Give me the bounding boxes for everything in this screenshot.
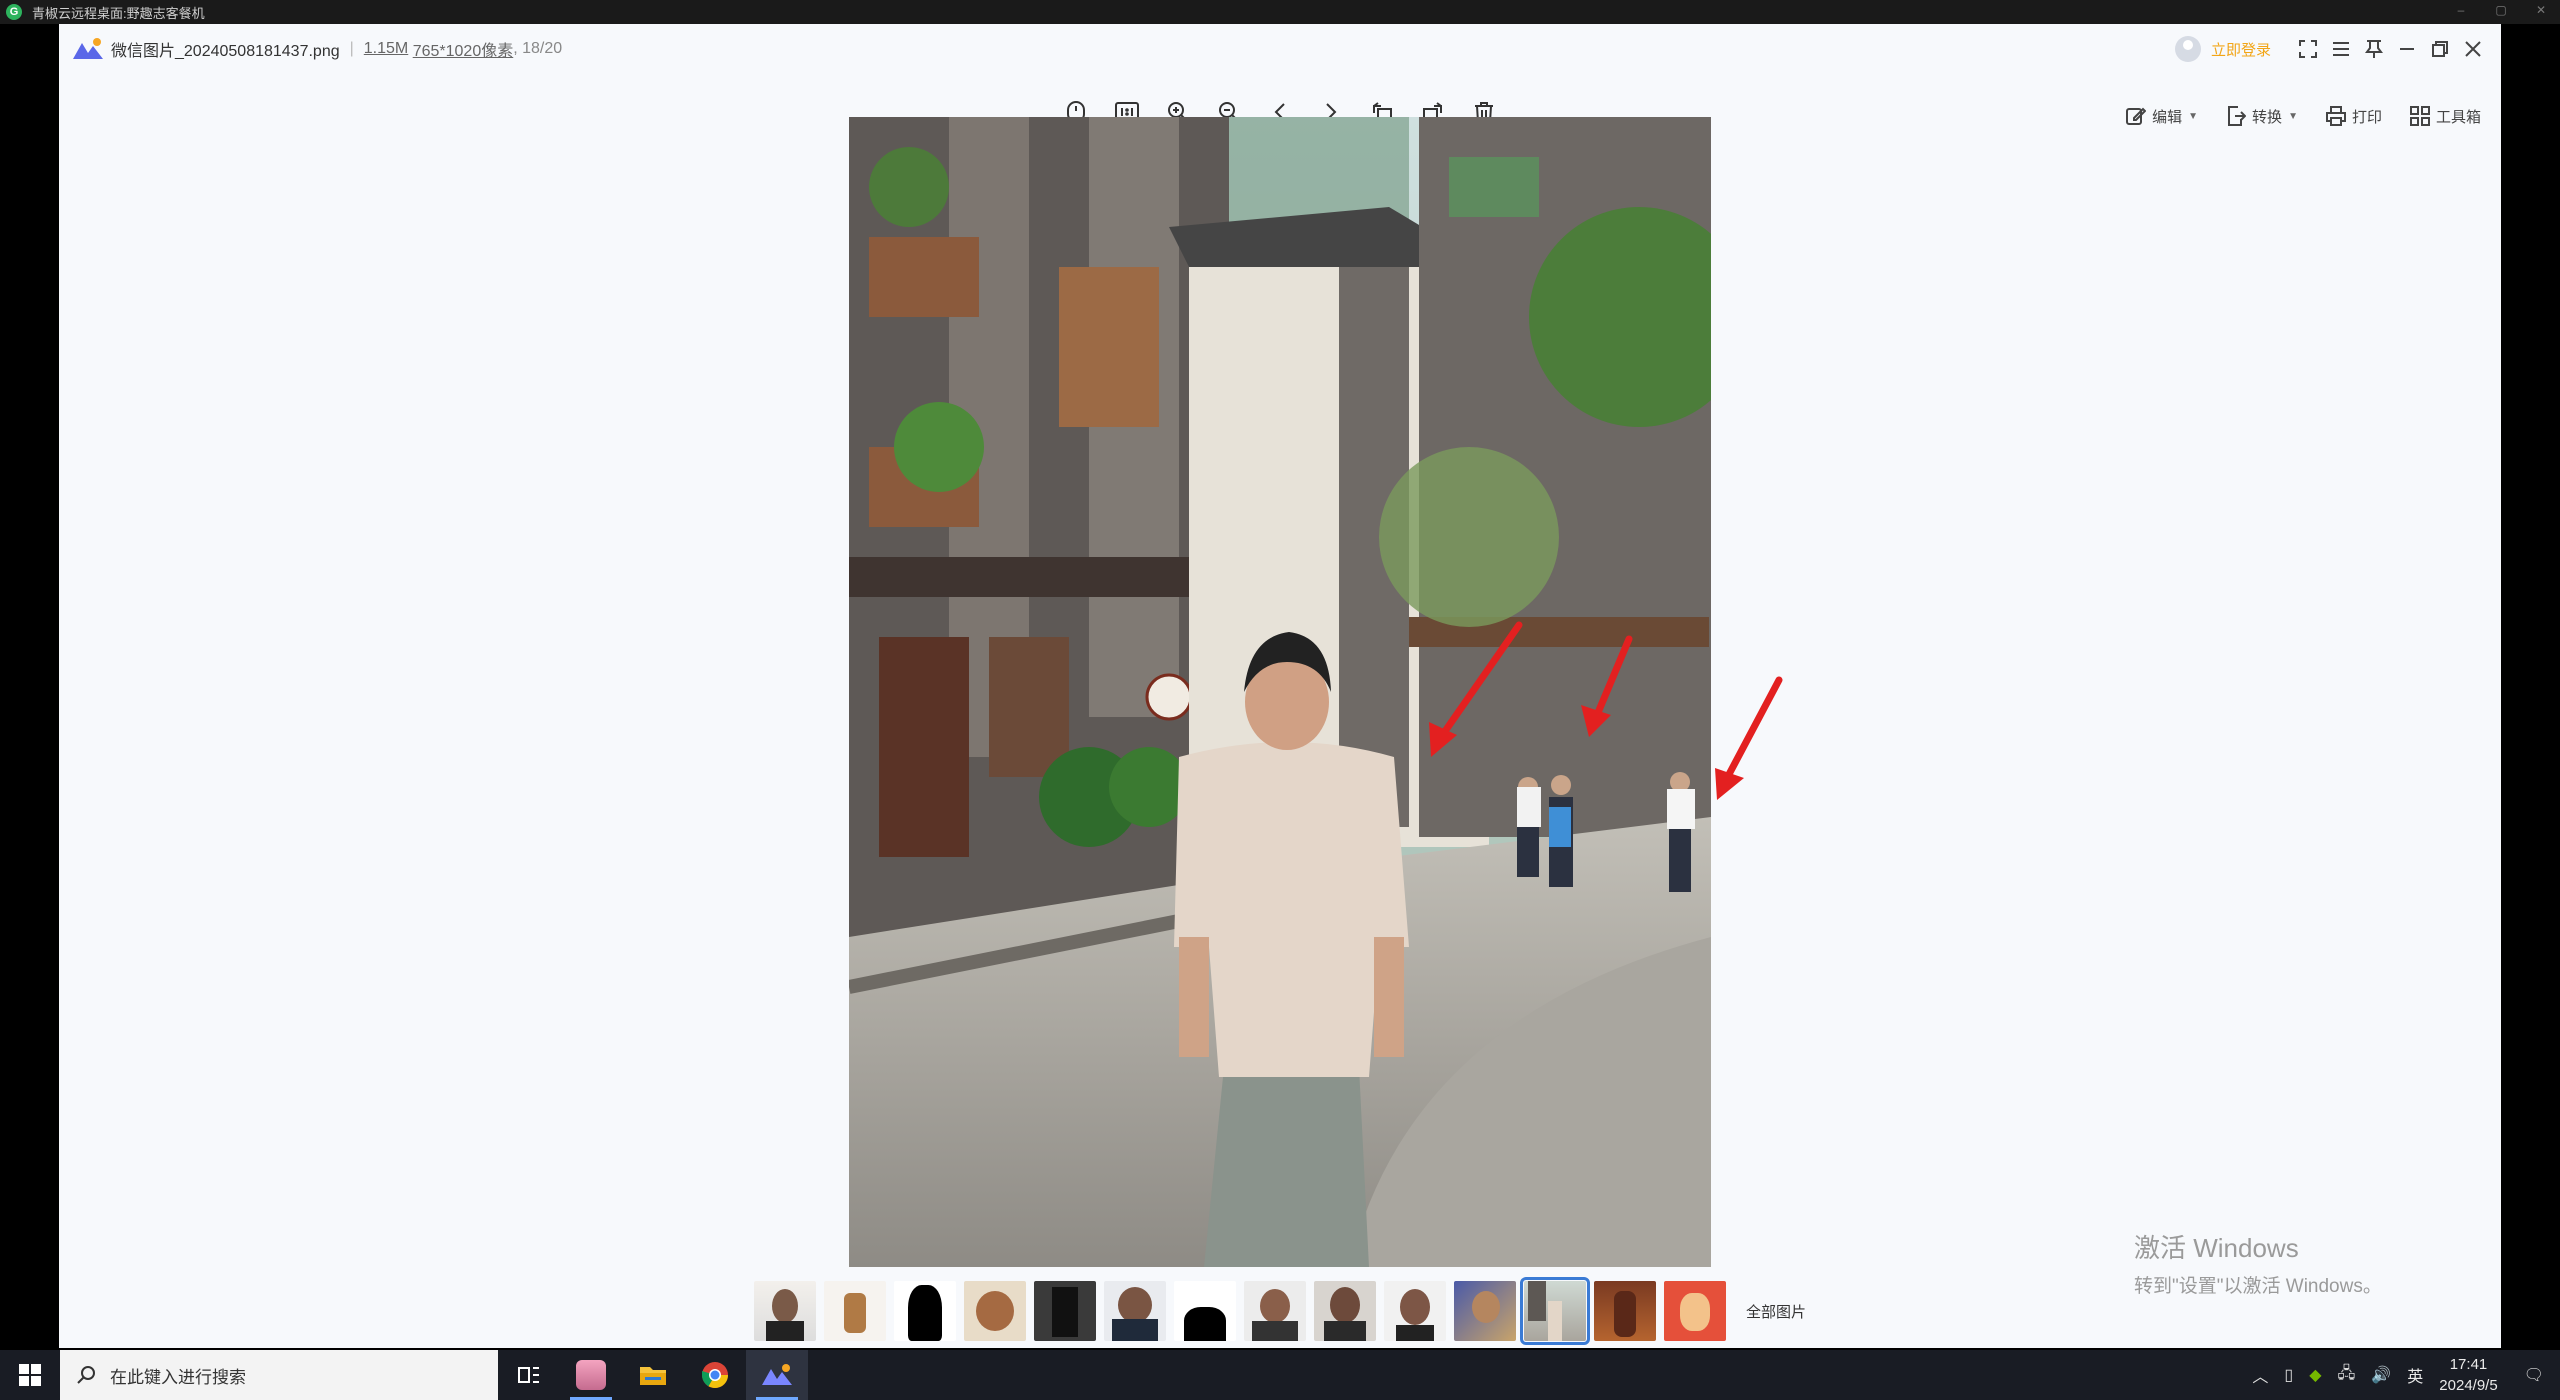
- convert-icon: [2228, 106, 2247, 126]
- right-toolbar: 编辑 ▼ 转换 ▼ 打印 工具箱: [2126, 96, 2481, 136]
- windows-taskbar: 在此键入进行搜索 ︿ ▯ ◆ 🖧 🔊 英 17:41 2024/9/5 🗨: [0, 1350, 2560, 1400]
- thumbnail[interactable]: [963, 1281, 1026, 1341]
- pin-icon[interactable]: [2357, 33, 2390, 66]
- chevron-down-icon: ▼: [2288, 110, 2298, 122]
- convert-button[interactable]: 转换 ▼: [2226, 106, 2298, 127]
- thumbnail[interactable]: [1593, 1281, 1656, 1341]
- toolbox-button[interactable]: 工具箱: [2409, 106, 2481, 127]
- task-view-button[interactable]: [498, 1350, 560, 1400]
- thumbnail[interactable]: [1313, 1281, 1376, 1341]
- thumbnail[interactable]: [1383, 1281, 1446, 1341]
- start-button[interactable]: [0, 1350, 60, 1400]
- clock[interactable]: 17:41 2024/9/5: [2439, 1354, 2497, 1396]
- network-icon[interactable]: 🖧: [2338, 1362, 2356, 1389]
- thumbnail[interactable]: [1453, 1281, 1516, 1341]
- taskbar-image-viewer[interactable]: [746, 1350, 808, 1400]
- convert-label: 转换: [2252, 108, 2283, 126]
- windows-activation-watermark: 激活 Windows 转到"设置"以激活 Windows。: [2134, 1228, 2382, 1298]
- viewer-title-bar: 微信图片_20240508181437.png | 1.15M 765*1020…: [59, 24, 2501, 74]
- toolbox-label: 工具箱: [2435, 108, 2481, 126]
- chevron-down-icon: ▼: [2188, 110, 2199, 122]
- app-logo-icon: [73, 38, 103, 59]
- login-link[interactable]: 立即登录: [2211, 39, 2271, 60]
- avatar[interactable]: [2174, 36, 2201, 62]
- remote-title: 青椒云远程桌面:野趣志客餐机: [32, 5, 205, 21]
- title-right-controls: 立即登录: [2174, 24, 2489, 74]
- chrome-icon: [701, 1362, 729, 1389]
- volume-icon[interactable]: 🔊: [2371, 1365, 2391, 1385]
- windows-logo-icon: [19, 1364, 41, 1386]
- thumbnail[interactable]: [753, 1281, 816, 1341]
- edit-icon: [2126, 107, 2147, 125]
- annotation-arrow-icon: [1715, 676, 1783, 800]
- image-viewer-app-icon: [762, 1364, 792, 1385]
- task-view-icon: [518, 1367, 539, 1383]
- search-icon: [77, 1366, 95, 1384]
- menu-icon[interactable]: [2324, 33, 2357, 66]
- print-icon: [2325, 106, 2346, 126]
- taskbar-chrome[interactable]: [684, 1350, 746, 1400]
- thumbnail[interactable]: [1173, 1281, 1236, 1341]
- image-index: 18/20: [522, 40, 563, 57]
- file-size[interactable]: 1.15M: [364, 40, 408, 58]
- remote-close-button[interactable]: ✕: [2532, 3, 2550, 17]
- folder-icon: [640, 1367, 666, 1385]
- thumbnail[interactable]: [1033, 1281, 1096, 1341]
- notification-icon[interactable]: 🗨: [2524, 1365, 2544, 1385]
- activation-subtitle: 转到"设置"以激活 Windows。: [2134, 1276, 2382, 1297]
- toolbox-icon: [2409, 106, 2430, 126]
- nvidia-icon[interactable]: ◆: [2309, 1365, 2321, 1385]
- taskbar-file-explorer[interactable]: [622, 1350, 684, 1400]
- search-placeholder: 在此键入进行搜索: [110, 1367, 246, 1387]
- remote-desktop-bar: G 青椒云远程桌面:野趣志客餐机 – ▢ ✕: [0, 0, 2560, 24]
- remote-window-controls: – ▢ ✕: [2452, 3, 2550, 17]
- fullscreen-icon[interactable]: [2291, 33, 2324, 66]
- print-label: 打印: [2351, 108, 2382, 126]
- all-pictures-button[interactable]: 全部图片: [1746, 1301, 1806, 1322]
- remote-logo-icon: G: [6, 4, 22, 20]
- clock-date: 2024/9/5: [2439, 1377, 2498, 1394]
- taskbar-app-anime[interactable]: [560, 1350, 622, 1400]
- minimize-icon[interactable]: [2390, 33, 2423, 66]
- edit-label: 编辑: [2152, 108, 2183, 126]
- thumbnail[interactable]: [823, 1281, 886, 1341]
- restore-icon[interactable]: [2423, 33, 2456, 66]
- file-name: 微信图片_20240508181437.png: [111, 43, 340, 60]
- input-language[interactable]: 英: [2407, 1363, 2423, 1387]
- remote-restore-button[interactable]: ▢: [2492, 3, 2510, 17]
- taskbar-search[interactable]: 在此键入进行搜索: [60, 1350, 498, 1400]
- close-icon[interactable]: [2456, 33, 2489, 66]
- thumbnail[interactable]: [1103, 1281, 1166, 1341]
- image-viewer-window: 微信图片_20240508181437.png | 1.15M 765*1020…: [59, 24, 2501, 1348]
- thumbnail-selected[interactable]: [1519, 1277, 1590, 1345]
- activation-title: 激活 Windows: [2134, 1233, 2299, 1263]
- print-button[interactable]: 打印: [2325, 106, 2382, 127]
- thumbnail[interactable]: [893, 1281, 956, 1341]
- usb-icon[interactable]: ▯: [2284, 1365, 2293, 1385]
- remote-minimize-button[interactable]: –: [2452, 3, 2470, 17]
- show-hidden-icons-chevron-up-icon[interactable]: ︿: [2252, 1363, 2268, 1387]
- anime-app-icon: [576, 1360, 606, 1390]
- thumbnail[interactable]: [1243, 1281, 1306, 1341]
- thumbnail[interactable]: [1663, 1281, 1726, 1341]
- main-image[interactable]: [849, 117, 1711, 1267]
- system-tray: ︿ ▯ ◆ 🖧 🔊 英 17:41 2024/9/5 🗨: [2252, 1350, 2560, 1400]
- edit-button[interactable]: 编辑 ▼: [2126, 106, 2198, 127]
- clock-time: 17:41: [2449, 1356, 2488, 1373]
- image-dimensions[interactable]: 765*1020像素: [413, 37, 514, 61]
